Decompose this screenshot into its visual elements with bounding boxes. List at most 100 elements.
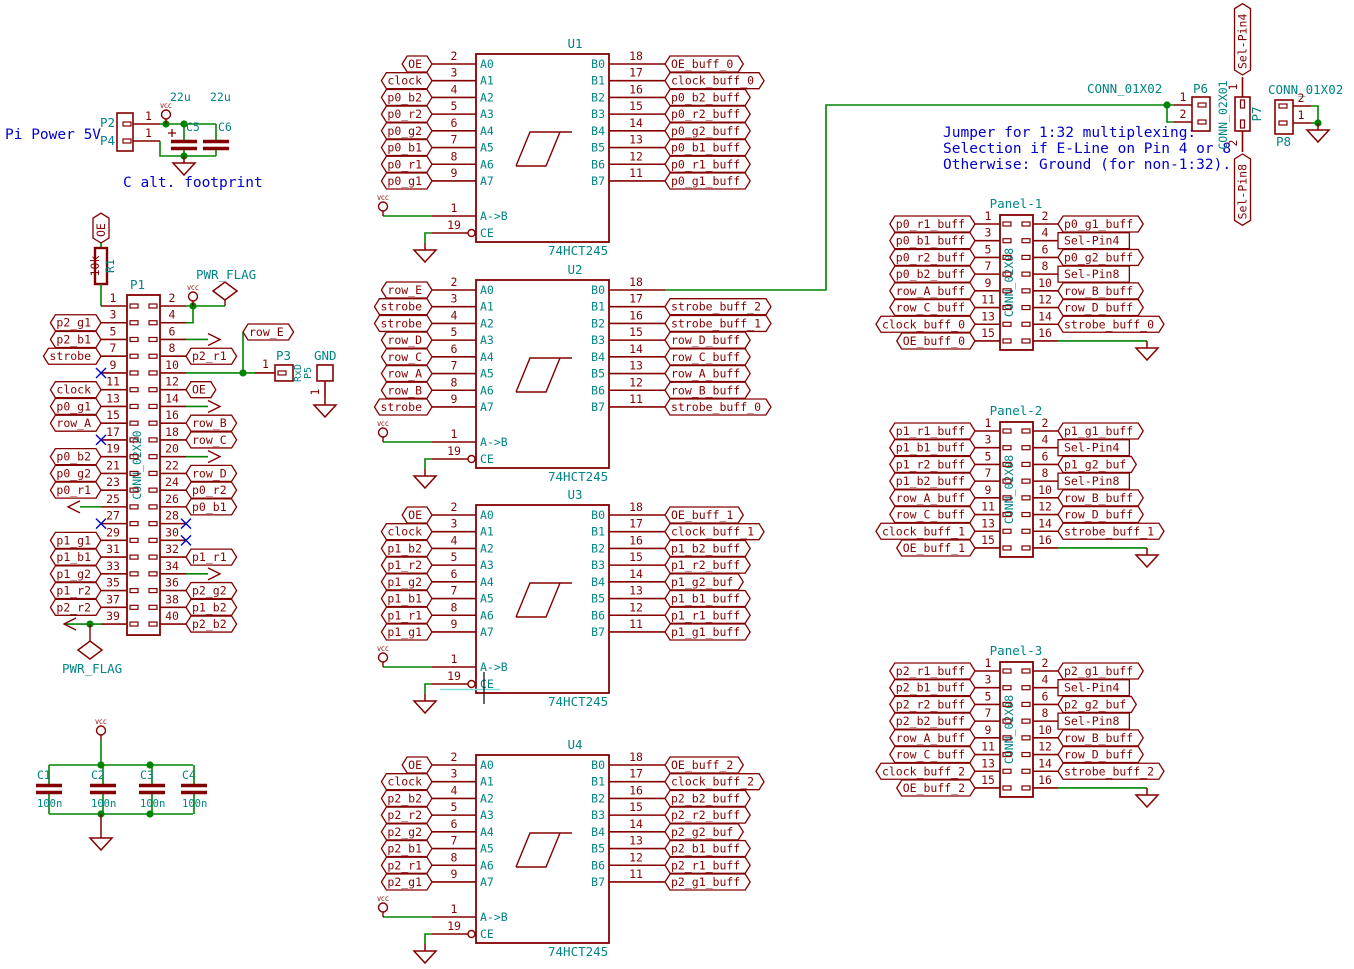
global-label-row_C_buff[interactable]: row_C_buff — [890, 507, 975, 523]
ref-p8[interactable]: P8 — [1276, 134, 1291, 149]
global-label-Sel-Pin8[interactable]: Sel-Pin8 — [1058, 266, 1129, 282]
global-label-p2_r1_buff[interactable]: p2_r1_buff — [890, 663, 975, 679]
global-label-OE[interactable]: OE — [186, 382, 216, 398]
global-label-Sel-Pin4[interactable]: Sel-Pin4 — [1058, 440, 1129, 456]
global-label-p2_g1[interactable]: p2_g1 — [50, 315, 101, 331]
global-label-p0_b1[interactable]: p0_b1 — [381, 140, 432, 156]
note-multiplex-line[interactable]: Otherwise: Ground (for non-1:32). — [943, 157, 1231, 173]
global-label-clock_buff_1[interactable]: clock_buff_1 — [665, 524, 764, 540]
note-multiplex-line[interactable]: Selection if E-Line on Pin 4 or 8 — [943, 141, 1231, 157]
value-p8[interactable]: CONN_01X02 — [1268, 82, 1343, 97]
global-label-p1_g2[interactable]: p1_g2 — [381, 574, 432, 590]
global-label-p0_r1[interactable]: p0_r1 — [381, 156, 432, 172]
global-label-row_B[interactable]: row_B — [186, 415, 237, 431]
global-label-row_B_buff[interactable]: row_B_buff — [1058, 283, 1143, 299]
global-label-strobe[interactable]: strobe — [374, 299, 432, 315]
ref-Panel-1[interactable]: Panel-1 — [990, 196, 1043, 211]
global-label-row_B_buff[interactable]: row_B_buff — [665, 382, 750, 398]
global-label-p0_b1_buff[interactable]: p0_b1_buff — [890, 233, 975, 249]
global-label-row_D_buff[interactable]: row_D_buff — [665, 332, 750, 348]
global-label-p1_b2[interactable]: p1_b2 — [186, 599, 237, 615]
ref-Panel-2[interactable]: Panel-2 — [990, 403, 1043, 418]
panel-2-section[interactable]: Panel-2CONN_02X081p1_r1_buff3p1_b1_buff5… — [876, 403, 1164, 567]
buffer-u1[interactable]: U174HCT2452A0OE3A1clock4A2p0_b25A3p0_r26… — [377, 36, 764, 262]
global-label-row_A_buff[interactable]: row_A_buff — [890, 730, 975, 746]
global-label-row_B_buff[interactable]: row_B_buff — [1058, 730, 1143, 746]
value-U2[interactable]: 74HCT245 — [548, 469, 608, 484]
global-label-row_D_buff[interactable]: row_D_buff — [1058, 300, 1143, 316]
global-label-Sel-Pin8[interactable]: Sel-Pin8 — [1058, 713, 1129, 729]
global-label-p2_g2_buf[interactable]: p2_g2_buf — [665, 824, 743, 840]
global-label-strobe[interactable]: strobe — [374, 315, 432, 331]
ref-C1[interactable]: C1 — [37, 768, 51, 782]
global-label-Sel-Pin8[interactable]: Sel-Pin8 — [1058, 473, 1129, 489]
ref-U2[interactable]: U2 — [567, 262, 582, 277]
global-label-clock_buff_2[interactable]: clock_buff_2 — [876, 763, 975, 779]
global-label-row_A[interactable]: row_A — [50, 415, 101, 431]
global-label-p2_b1[interactable]: p2_b1 — [50, 331, 101, 347]
note-c-alt-footprint[interactable]: C alt. footprint — [123, 175, 263, 191]
wire-entry-arrow[interactable] — [208, 451, 220, 463]
power-input-section[interactable]: Pi Power 5VP2P411VCC22uC522uC6C alt. foo… — [5, 90, 263, 191]
global-label-p0_r2[interactable]: p0_r2 — [381, 106, 432, 122]
global-label-p0_b2[interactable]: p0_b2 — [381, 89, 432, 105]
global-label-p2_r1[interactable]: p2_r1 — [186, 348, 237, 364]
global-label-p0_r2_buff[interactable]: p0_r2_buff — [665, 106, 750, 122]
global-label-clock_buff_0[interactable]: clock_buff_0 — [876, 316, 975, 332]
schematic-drawing[interactable]: Pi Power 5VP2P411VCC22uC522uC6C alt. foo… — [0, 0, 1354, 969]
wire[interactable] — [425, 459, 432, 469]
global-label-p1_b2[interactable]: p1_b2 — [381, 540, 432, 556]
global-label-p0_g1_buff[interactable]: p0_g1_buff — [1058, 216, 1143, 232]
ref-c5[interactable]: C5 — [186, 120, 200, 134]
value-U4[interactable]: 74HCT245 — [548, 944, 608, 959]
global-label-OE_buff_0[interactable]: OE_buff_0 — [897, 333, 975, 349]
global-label-p1_g2[interactable]: p1_g2 — [50, 566, 101, 582]
wire[interactable] — [425, 684, 432, 694]
global-label-clock[interactable]: clock — [381, 73, 432, 89]
global-label-clock_buff_1[interactable]: clock_buff_1 — [876, 523, 975, 539]
global-label-p2_r2[interactable]: p2_r2 — [50, 599, 101, 615]
global-label-strobe_buff_1[interactable]: strobe_buff_1 — [665, 315, 771, 331]
global-label-strobe_buff_0[interactable]: strobe_buff_0 — [665, 399, 771, 415]
global-label-p2_g2[interactable]: p2_g2 — [381, 824, 432, 840]
ref-C4[interactable]: C4 — [182, 768, 196, 782]
global-label-p1_b1[interactable]: p1_b1 — [50, 549, 101, 565]
jumper-section[interactable]: Jumper for 1:32 multiplexing:Selection i… — [943, 4, 1343, 226]
wire-entry-arrow[interactable] — [208, 400, 220, 412]
global-label-p1_r1_buff[interactable]: p1_r1_buff — [890, 423, 975, 439]
ref-p4[interactable]: P4 — [100, 133, 115, 148]
global-label-p2_b1_buff[interactable]: p2_b1_buff — [890, 680, 975, 696]
global-label-p2_b2[interactable]: p2_b2 — [186, 616, 237, 632]
ref-p1[interactable]: P1 — [130, 277, 145, 292]
global-label-strobe[interactable]: strobe — [43, 348, 101, 364]
ref-p2[interactable]: P2 — [100, 115, 115, 130]
ref-gnd[interactable]: GND — [314, 348, 337, 363]
global-label-row_C[interactable]: row_C — [186, 432, 237, 448]
global-label-p2_b2_buff[interactable]: p2_b2_buff — [890, 713, 975, 729]
global-label-strobe_buff_2[interactable]: strobe_buff_2 — [665, 299, 771, 315]
ref-p3[interactable]: P3 — [276, 348, 291, 363]
note-pi-power[interactable]: Pi Power 5V — [5, 127, 101, 143]
global-label-clock_buff_2[interactable]: clock_buff_2 — [665, 774, 764, 790]
global-label-row_A[interactable]: row_A — [381, 366, 432, 382]
global-label-p0_r1_buff[interactable]: p0_r1_buff — [665, 156, 750, 172]
ref-c6[interactable]: C6 — [218, 120, 232, 134]
global-label-OE_buff_2[interactable]: OE_buff_2 — [665, 757, 743, 773]
global-label-p2_g1_buff[interactable]: p2_g1_buff — [1058, 663, 1143, 679]
ref-U3[interactable]: U3 — [567, 487, 582, 502]
global-label-clock[interactable]: clock — [50, 382, 101, 398]
value-panel[interactable]: CONN_02X08 — [1002, 695, 1016, 764]
global-label-p0_g1[interactable]: p0_g1 — [50, 398, 101, 414]
cap-value[interactable]: 100n — [182, 798, 207, 810]
value-panel[interactable]: CONN_02X08 — [1002, 455, 1016, 524]
global-label-p1_r2_buff[interactable]: p1_r2_buff — [890, 456, 975, 472]
global-label-p2_r2_buff[interactable]: p2_r2_buff — [665, 807, 750, 823]
global-label-p1_g1[interactable]: p1_g1 — [50, 532, 101, 548]
panel-1-section[interactable]: Panel-1CONN_02X081p0_r1_buff3p0_b1_buff5… — [876, 196, 1164, 360]
global-label-p1_g1_buff[interactable]: p1_g1_buff — [665, 624, 750, 640]
global-label-p2_r1_buff[interactable]: p2_r1_buff — [665, 857, 750, 873]
global-label-row_C_buff[interactable]: row_C_buff — [890, 747, 975, 763]
value-p6[interactable]: CONN_01X02 — [1087, 81, 1162, 96]
global-label-p0_r2[interactable]: p0_r2 — [186, 482, 237, 498]
global-label-p2_r1[interactable]: p2_r1 — [381, 857, 432, 873]
